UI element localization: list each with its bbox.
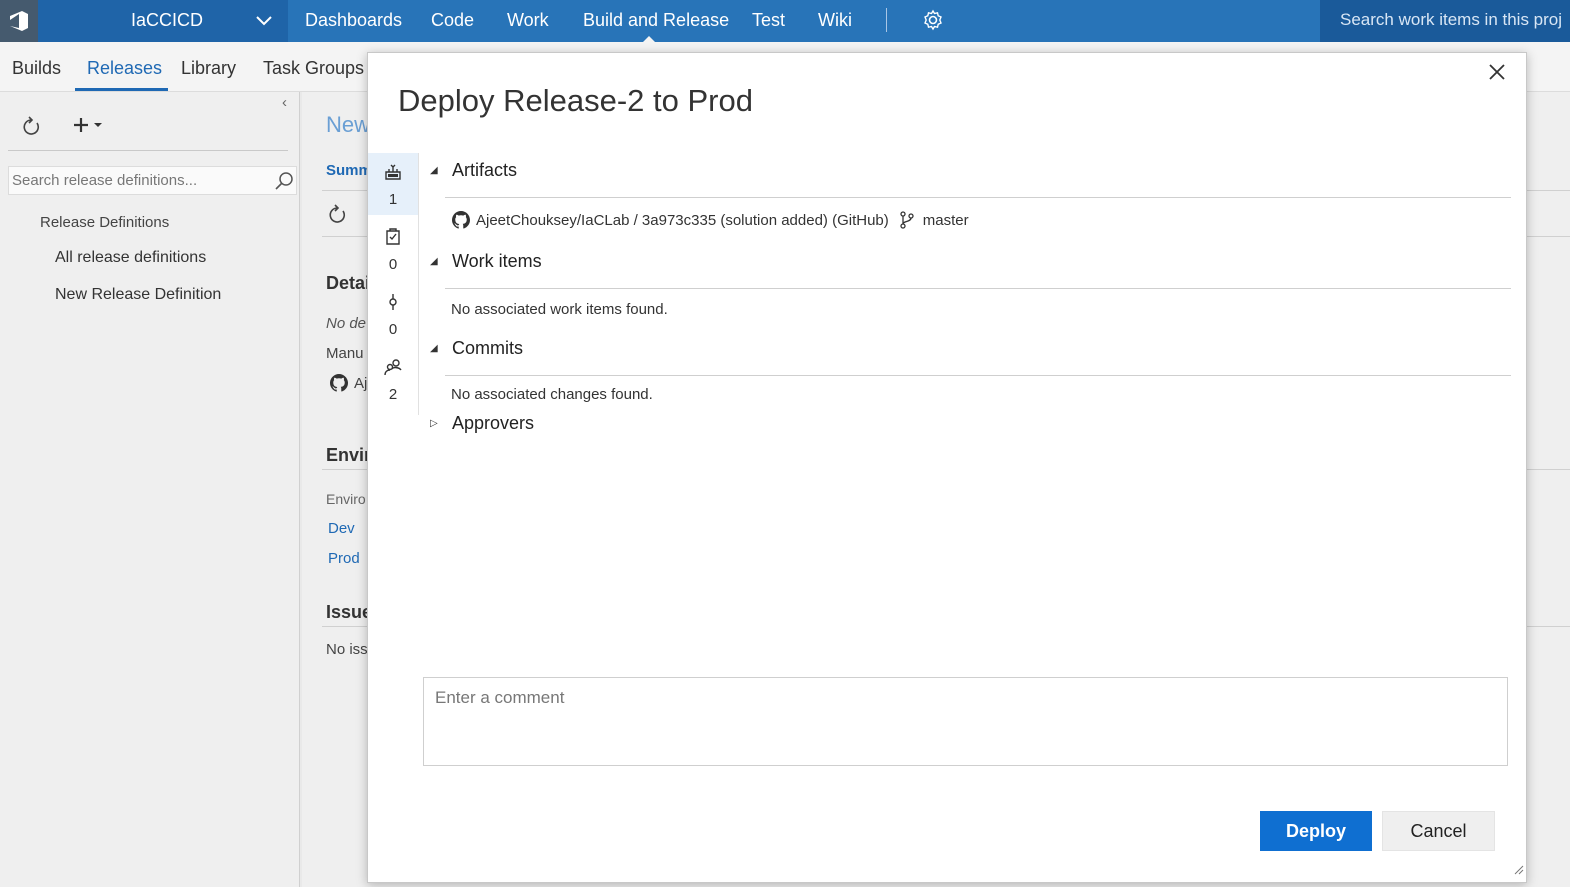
cancel-button[interactable]: Cancel (1382, 811, 1495, 851)
add-definition-button[interactable] (72, 116, 103, 134)
environments-header: Envir (326, 445, 372, 465)
vsts-logo-icon[interactable] (0, 0, 38, 42)
work-items-empty-text: No associated work items found. (451, 301, 668, 318)
env-dev-link[interactable]: Dev (328, 520, 355, 537)
refresh-icon[interactable] (20, 116, 42, 143)
chevron-down-icon (256, 11, 272, 32)
search-work-items-input[interactable]: Search work items in this proj (1320, 0, 1570, 42)
project-selector[interactable]: IaCCICD (38, 0, 288, 42)
divider (445, 197, 1511, 198)
tab-builds[interactable]: Builds (12, 58, 61, 79)
divider (445, 288, 1511, 289)
plus-icon (74, 118, 88, 132)
all-release-definitions-link[interactable]: All release definitions (55, 249, 206, 267)
work-items-count: 0 (388, 256, 398, 273)
work-items-title: Work items (452, 251, 542, 271)
approvers-icon (384, 358, 402, 380)
comment-input[interactable]: Enter a comment (423, 677, 1508, 766)
search-placeholder: Search release definitions... (12, 172, 198, 189)
branch-icon (899, 211, 915, 229)
github-icon (452, 211, 470, 229)
issues-text: No iss (326, 641, 368, 658)
release-title: New (326, 112, 371, 137)
github-icon (330, 374, 348, 397)
tab-commits[interactable]: 0 (368, 283, 418, 345)
expanded-triangle-icon: ◢ (430, 165, 438, 176)
divider (445, 375, 1511, 376)
artifacts-count: 1 (388, 191, 398, 208)
details-text: No de (326, 315, 367, 332)
tab-library[interactable]: Library (181, 58, 236, 79)
search-icon[interactable] (274, 171, 294, 195)
env-prod-link[interactable]: Prod (328, 550, 360, 567)
work-items-icon (384, 228, 402, 250)
refresh-icon[interactable] (326, 204, 348, 231)
commits-section-header[interactable]: ◢ Commits (430, 338, 523, 359)
resize-grip-icon[interactable] (1512, 862, 1524, 880)
approvers-section-header[interactable]: ▷ Approvers (430, 413, 534, 434)
left-pane: ‹ Search release definitions... Release … (0, 92, 300, 887)
new-release-definition-link[interactable]: New Release Definition (55, 286, 221, 304)
deploy-button[interactable]: Deploy (1260, 811, 1372, 851)
active-tab-underline (75, 88, 168, 91)
project-name: IaCCICD (131, 10, 204, 30)
collapsed-triangle-icon: ▷ (430, 418, 438, 429)
artifact-name: AjeetChouksey/IaCLab / 3a973c335 (soluti… (476, 211, 889, 229)
approvers-title: Approvers (452, 413, 535, 433)
commits-title: Commits (452, 338, 523, 358)
tab-releases[interactable]: Releases (87, 58, 162, 79)
nav-test[interactable]: Test (752, 10, 785, 31)
nav-code[interactable]: Code (431, 10, 474, 31)
expanded-triangle-icon: ◢ (430, 343, 438, 354)
tab-task-groups[interactable]: Task Groups (263, 58, 364, 79)
side-tabs-divider (418, 153, 419, 415)
artifact-row: AjeetChouksey/IaCLab / 3a973c335 (soluti… (452, 211, 969, 229)
work-items-section-header[interactable]: ◢ Work items (430, 251, 542, 272)
commits-empty-text: No associated changes found. (451, 386, 653, 403)
search-release-definitions-input[interactable]: Search release definitions... (8, 166, 297, 195)
nav-divider (886, 8, 887, 32)
nav-build-and-release[interactable]: Build and Release (583, 10, 729, 31)
issues-header: Issue (326, 602, 373, 622)
release-definitions-header: Release Definitions (40, 214, 170, 231)
commit-icon (384, 293, 402, 315)
tab-artifacts[interactable]: 1 (368, 153, 418, 215)
divider (8, 150, 288, 151)
artifact-icon (384, 163, 402, 185)
approvers-count: 2 (388, 386, 398, 403)
deploy-dialog: Deploy Release-2 to Prod 1 0 0 2 ◢ Artif… (367, 52, 1527, 883)
gear-icon[interactable] (921, 8, 945, 37)
artifacts-title: Artifacts (452, 160, 518, 180)
collapse-pane-icon[interactable]: ‹ (282, 94, 287, 111)
commits-count: 0 (388, 321, 398, 338)
expanded-triangle-icon: ◢ (430, 256, 438, 267)
tab-summary[interactable]: Summ (326, 162, 372, 179)
close-icon[interactable] (1488, 63, 1508, 83)
tab-approvers[interactable]: 2 (368, 348, 418, 410)
nav-work[interactable]: Work (507, 10, 549, 31)
caret-down-icon (94, 123, 102, 127)
artifacts-section-header[interactable]: ◢ Artifacts (430, 160, 517, 181)
details-header: Detai (326, 273, 371, 293)
nav-dashboards[interactable]: Dashboards (305, 10, 402, 31)
artifact-text: Aj (354, 375, 368, 392)
environment-column-header: Enviro (326, 491, 366, 507)
branch-name: master (922, 211, 969, 229)
tab-work-items[interactable]: 0 (368, 218, 418, 280)
dialog-title: Deploy Release-2 to Prod (398, 83, 753, 118)
nav-wiki[interactable]: Wiki (818, 10, 852, 31)
manual-text: Manu (326, 345, 364, 362)
top-bar: IaCCICD Dashboards Code Work Build and R… (0, 0, 1570, 42)
